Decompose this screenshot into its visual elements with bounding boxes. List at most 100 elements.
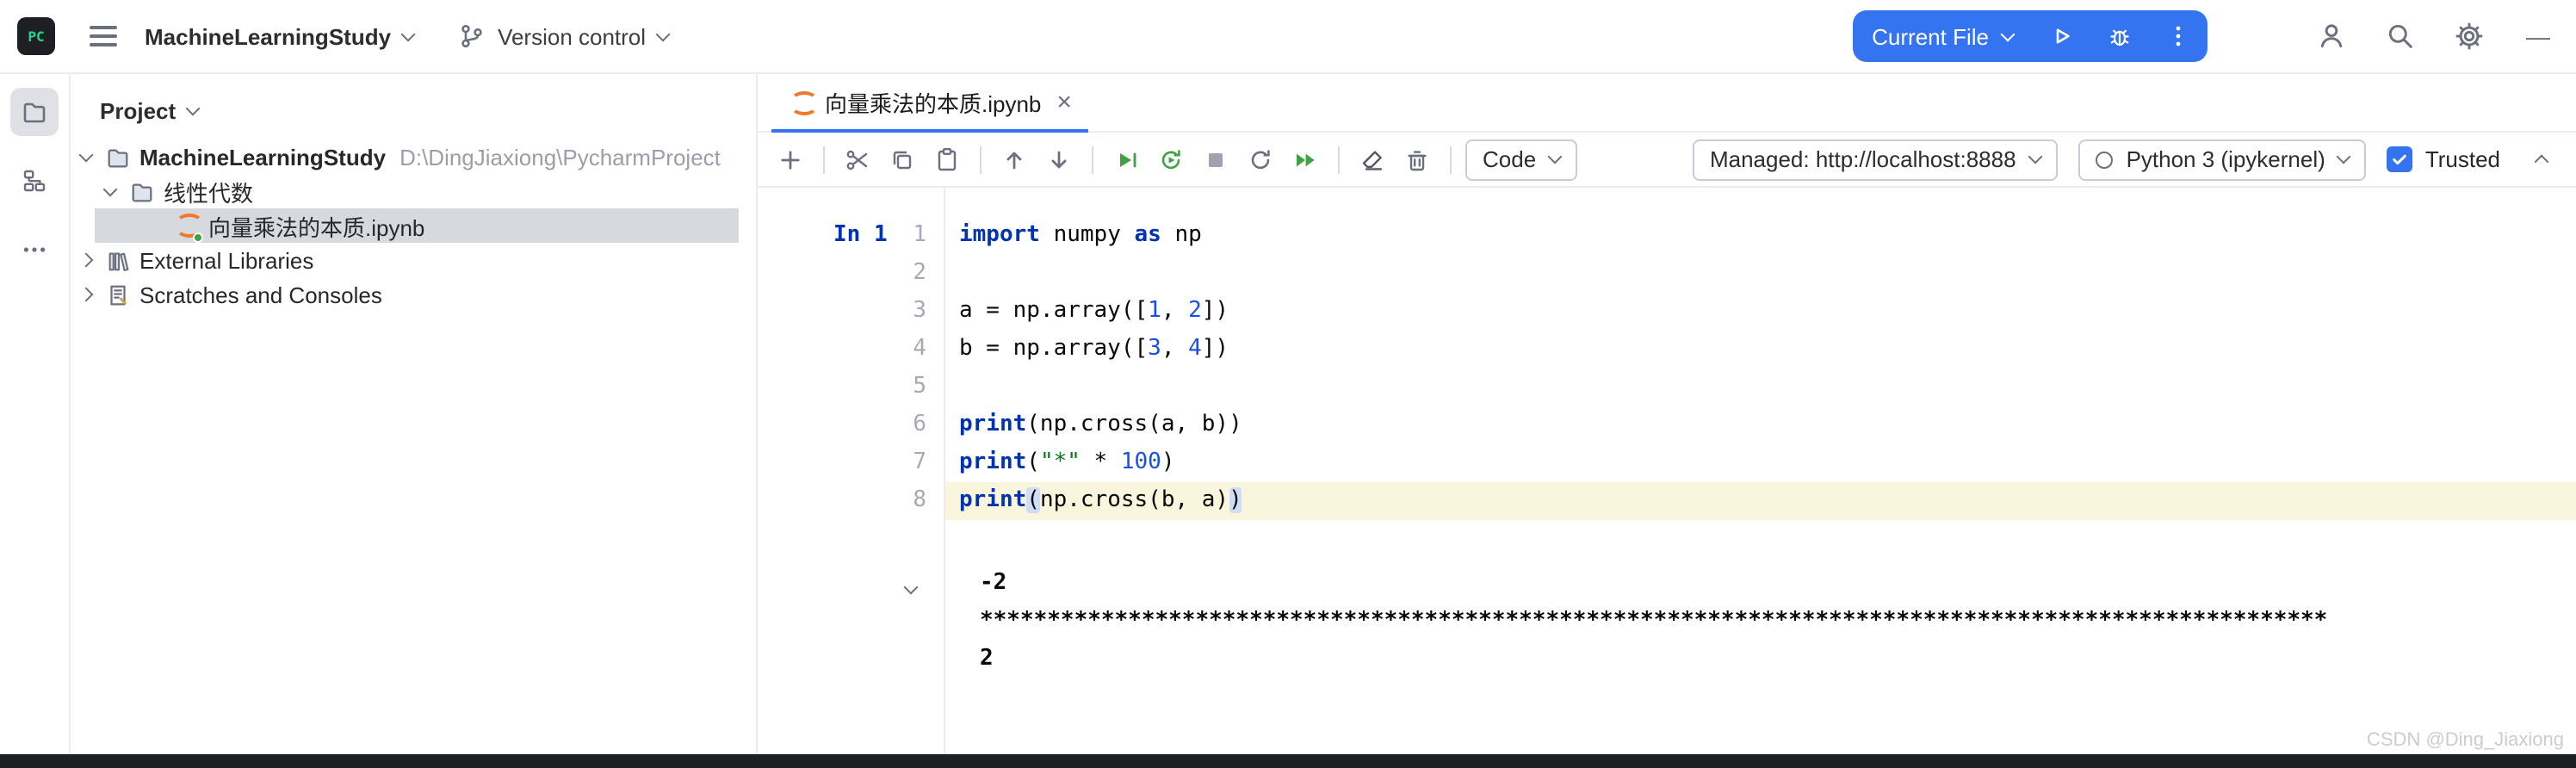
project-tree: MachineLearningStudy D:\DingJiaxiong\Pyc…	[71, 139, 756, 312]
cell-type-label: Code	[1483, 146, 1537, 172]
output-line: ****************************************…	[980, 608, 2328, 634]
chevron-up-icon	[2534, 154, 2549, 170]
line-number: 7	[913, 449, 926, 475]
server-selector[interactable]: Managed: http://localhost:8888	[1692, 139, 2058, 180]
run-all-icon	[1291, 146, 1319, 173]
folder-icon	[21, 98, 48, 126]
running-indicator-icon	[193, 232, 203, 243]
structure-icon	[21, 167, 48, 195]
code-line[interactable]	[945, 369, 2576, 406]
minimize-window-button[interactable]: —	[2517, 15, 2559, 57]
tree-row-project-root[interactable]: MachineLearningStudy D:\DingJiaxiong\Pyc…	[71, 139, 756, 174]
arrow-down-icon	[1045, 146, 1073, 173]
pycharm-window: PC MachineLearningStudy Version control …	[0, 0, 2576, 768]
copy-cell-button[interactable]	[883, 140, 921, 178]
run-button[interactable]	[2032, 10, 2090, 62]
code-line[interactable]: print(np.cross(a, b))	[945, 406, 2576, 444]
tab-notebook[interactable]: 向量乘法的本质.ipynb ×	[771, 74, 1090, 133]
line-number: 6	[913, 412, 926, 437]
editor-tab-bar: 向量乘法的本质.ipynb ×	[758, 74, 2576, 133]
folder-icon	[127, 177, 155, 205]
tree-row-folder[interactable]: 线性代数	[71, 174, 756, 208]
workspace: Project MachineLearningStudy D:\DingJiax…	[0, 74, 2576, 754]
expand-chevron-icon[interactable]	[98, 181, 122, 196]
settings-button[interactable]	[2449, 15, 2490, 57]
code-line[interactable]: a = np.array([1, 2])	[945, 293, 2576, 331]
run-configuration-selector[interactable]: Current File	[1853, 10, 2032, 62]
cell-type-selector[interactable]: Code	[1465, 139, 1578, 180]
collapse-toolbar-button[interactable]	[2521, 139, 2562, 180]
main-menu-button[interactable]	[83, 15, 124, 57]
project-panel-title: Project	[100, 98, 176, 124]
scratch-file-icon	[103, 281, 131, 308]
user-account-button[interactable]	[2311, 15, 2352, 57]
run-configuration-label: Current File	[1872, 23, 1989, 49]
restart-kernel-button[interactable]	[1242, 140, 1279, 178]
delete-cell-button[interactable]	[1398, 140, 1436, 178]
notebook-toolbar-right: Managed: http://localhost:8888 Python 3 …	[1692, 139, 2562, 180]
tree-row-scratches[interactable]: Scratches and Consoles	[71, 277, 756, 312]
add-cell-button[interactable]	[771, 140, 809, 178]
jupyter-icon	[789, 90, 818, 115]
chevron-down-icon	[2028, 149, 2043, 164]
tree-row-external-libraries[interactable]: External Libraries	[71, 243, 756, 277]
jupyter-icon	[172, 212, 203, 243]
play-icon	[2047, 22, 2075, 50]
header-actions: —	[2311, 15, 2559, 57]
line-number: 5	[913, 374, 926, 399]
bug-icon	[2106, 22, 2133, 50]
run-widget: Current File	[1853, 10, 2208, 62]
more-tool-windows-button[interactable]	[10, 226, 59, 274]
cut-cell-button[interactable]	[839, 140, 876, 178]
stop-kernel-button[interactable]	[1197, 140, 1235, 178]
output-line: 2	[980, 646, 994, 672]
code-line[interactable]: import numpy as np	[945, 217, 2576, 255]
code-line[interactable]: print(np.cross(b, a))	[945, 482, 2576, 520]
line-number: 3	[913, 298, 926, 324]
run-cell-button[interactable]	[1107, 140, 1145, 178]
run-all-cells-button[interactable]	[1286, 140, 1324, 178]
gear-icon	[2454, 21, 2485, 52]
chevron-down-icon	[400, 26, 416, 41]
stop-icon	[1202, 146, 1229, 173]
tree-label: 线性代数	[164, 180, 254, 206]
notebook-editor[interactable]: In 1 12345678 import numpy as np a = np.…	[758, 188, 2576, 754]
scissors-icon	[844, 146, 871, 173]
kernel-selector[interactable]: Python 3 (ipykernel)	[2078, 139, 2367, 180]
search-icon	[2385, 21, 2416, 52]
restart-icon	[1247, 146, 1274, 173]
code-line[interactable]: print("*" * 100)	[945, 444, 2576, 482]
collapse-chevron-icon[interactable]	[74, 287, 98, 302]
code-line[interactable]: b = np.array([3, 4])	[945, 331, 2576, 369]
restart-and-run-all-button[interactable]	[1152, 140, 1190, 178]
paste-cell-button[interactable]	[928, 140, 966, 178]
vcs-widget[interactable]: Version control	[458, 22, 671, 50]
watermark: CSDN @Ding_Jiaxiong	[2367, 730, 2564, 751]
search-everywhere-button[interactable]	[2380, 15, 2421, 57]
project-panel: Project MachineLearningStudy D:\DingJiax…	[71, 74, 758, 754]
code-lines: import numpy as np a = np.array([1, 2]) b…	[945, 217, 2576, 520]
move-cell-up-button[interactable]	[995, 140, 1033, 178]
collapse-chevron-icon[interactable]	[74, 252, 98, 268]
tree-label: External Libraries	[139, 247, 314, 273]
copy-icon	[889, 146, 916, 173]
structure-tool-button[interactable]	[10, 157, 59, 205]
more-run-options-button[interactable]	[2149, 10, 2208, 62]
clear-outputs-button[interactable]	[1353, 140, 1391, 178]
trusted-checkbox[interactable]: Trusted	[2387, 146, 2500, 172]
hamburger-icon	[90, 26, 117, 46]
collapse-output-button[interactable]	[903, 573, 919, 599]
expand-chevron-icon[interactable]	[74, 146, 98, 162]
debug-button[interactable]	[2090, 10, 2149, 62]
close-tab-icon[interactable]: ×	[1056, 90, 1072, 115]
tree-row-notebook[interactable]: 向量乘法的本质.ipynb	[71, 208, 756, 243]
main-toolbar: PC MachineLearningStudy Version control …	[0, 0, 2576, 74]
project-tool-button[interactable]	[10, 88, 59, 136]
line-number: 2	[913, 260, 926, 286]
code-line[interactable]	[945, 255, 2576, 293]
project-selector[interactable]: MachineLearningStudy	[145, 23, 416, 49]
pycharm-logo: PC	[17, 17, 55, 55]
project-panel-header[interactable]: Project	[71, 74, 756, 139]
move-cell-down-button[interactable]	[1040, 140, 1078, 178]
chevron-down-icon	[185, 101, 201, 116]
